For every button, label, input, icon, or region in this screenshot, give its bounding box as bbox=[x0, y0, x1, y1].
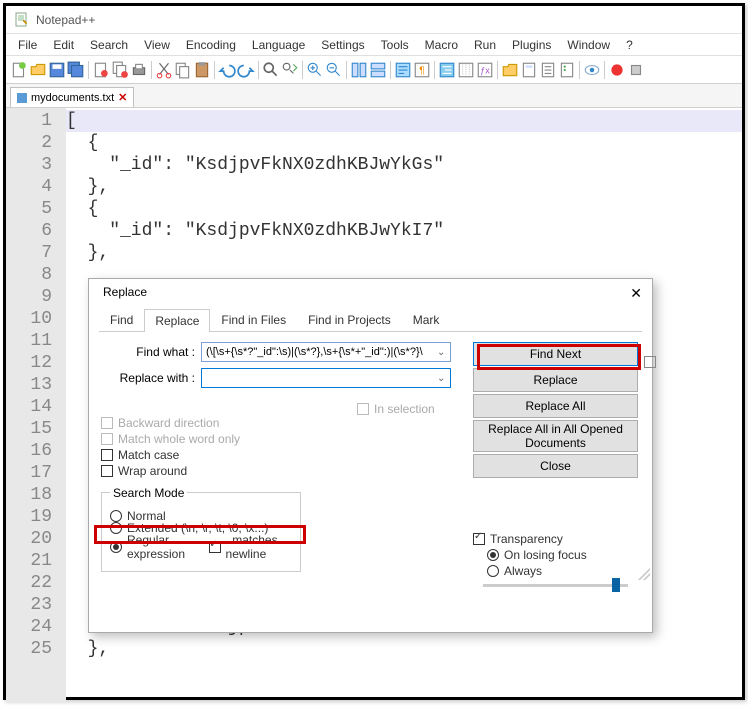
redo-icon[interactable] bbox=[237, 61, 255, 79]
menu-window[interactable]: Window bbox=[559, 36, 618, 53]
file-tab[interactable]: mydocuments.txt ✕ bbox=[10, 87, 134, 107]
menu-run[interactable]: Run bbox=[466, 36, 504, 53]
svg-text:ƒx: ƒx bbox=[480, 65, 490, 75]
copy-icon[interactable] bbox=[174, 61, 192, 79]
menu-search[interactable]: Search bbox=[82, 36, 136, 53]
menu-edit[interactable]: Edit bbox=[45, 36, 82, 53]
tab-mark[interactable]: Mark bbox=[402, 308, 451, 331]
close-icon[interactable] bbox=[92, 61, 110, 79]
doc-list-icon[interactable] bbox=[539, 61, 557, 79]
find-icon[interactable] bbox=[262, 61, 280, 79]
tab-replace[interactable]: Replace bbox=[144, 309, 210, 332]
dropdown-icon[interactable]: ⌄ bbox=[437, 373, 445, 384]
titlebar: Notepad++ bbox=[6, 6, 742, 34]
zoom-in-icon[interactable] bbox=[306, 61, 324, 79]
close-all-icon[interactable] bbox=[111, 61, 129, 79]
editor[interactable]: 1234567891011121314151617181920212223242… bbox=[6, 108, 742, 703]
close-button[interactable]: Close bbox=[473, 454, 638, 478]
zoom-out-icon[interactable] bbox=[325, 61, 343, 79]
record-icon[interactable] bbox=[608, 61, 626, 79]
cut-icon[interactable] bbox=[155, 61, 173, 79]
menu-file[interactable]: File bbox=[10, 36, 45, 53]
dropdown-icon[interactable]: ⌄ bbox=[437, 347, 445, 358]
find-what-label: Find what : bbox=[101, 345, 201, 359]
tab-find[interactable]: Find bbox=[99, 308, 144, 331]
tab-find-in-projects[interactable]: Find in Projects bbox=[297, 308, 402, 331]
folder-icon[interactable] bbox=[501, 61, 519, 79]
resize-grip-icon[interactable] bbox=[638, 568, 650, 580]
find-what-input[interactable] bbox=[201, 342, 451, 362]
file-tab-icon bbox=[17, 93, 27, 103]
stop-icon[interactable] bbox=[627, 61, 645, 79]
save-icon[interactable] bbox=[48, 61, 66, 79]
menu-plugins[interactable]: Plugins bbox=[504, 36, 559, 53]
monitor-icon[interactable] bbox=[583, 61, 601, 79]
replace-with-input[interactable] bbox=[201, 368, 451, 388]
lang-icon[interactable]: ƒx bbox=[476, 61, 494, 79]
toolbar: ¶ ƒx bbox=[6, 56, 742, 84]
dialog-title: Replace bbox=[103, 285, 147, 302]
wrap-icon[interactable] bbox=[394, 61, 412, 79]
guide-icon[interactable] bbox=[457, 61, 475, 79]
replace-with-label: Replace with : bbox=[101, 371, 201, 385]
gutter: 1234567891011121314151617181920212223242… bbox=[6, 108, 66, 703]
dialog-close-icon[interactable]: ✕ bbox=[630, 285, 642, 302]
save-all-icon[interactable] bbox=[67, 61, 85, 79]
undo-icon[interactable] bbox=[218, 61, 236, 79]
transparency-slider[interactable] bbox=[483, 584, 628, 587]
menu-view[interactable]: View bbox=[136, 36, 178, 53]
mode-regex[interactable]: Regular expression . matches newline bbox=[110, 533, 292, 561]
search-mode-group: Search Mode Normal Extended (\n, \r, \t,… bbox=[101, 492, 301, 572]
replace-button[interactable]: Replace bbox=[473, 368, 638, 392]
app-title: Notepad++ bbox=[36, 13, 95, 27]
tabbar: mydocuments.txt ✕ bbox=[6, 84, 742, 108]
always[interactable]: Always bbox=[487, 564, 638, 578]
file-tab-name: mydocuments.txt bbox=[31, 92, 114, 104]
replace-all-docs-button[interactable]: Replace All in All Opened Documents bbox=[473, 420, 638, 452]
show-all-icon[interactable]: ¶ bbox=[413, 61, 431, 79]
menu-help[interactable]: ? bbox=[618, 36, 641, 53]
matches-newline-check[interactable] bbox=[209, 541, 221, 553]
menu-settings[interactable]: Settings bbox=[313, 36, 372, 53]
on-losing-focus[interactable]: On losing focus bbox=[487, 548, 638, 562]
in-selection-option: In selection bbox=[357, 402, 435, 416]
replace-icon[interactable] bbox=[281, 61, 299, 79]
paste-icon[interactable] bbox=[193, 61, 211, 79]
transparency-check[interactable]: Transparency bbox=[473, 532, 638, 546]
sync-h-icon[interactable] bbox=[369, 61, 387, 79]
menubar: File Edit Search View Encoding Language … bbox=[6, 34, 742, 56]
menu-language[interactable]: Language bbox=[244, 36, 313, 53]
open-icon[interactable] bbox=[29, 61, 47, 79]
menu-tools[interactable]: Tools bbox=[373, 36, 417, 53]
transparency-group: Transparency On losing focus Always bbox=[473, 532, 638, 593]
doc-map-icon[interactable] bbox=[520, 61, 538, 79]
svg-text:¶: ¶ bbox=[419, 65, 424, 76]
find-next-button[interactable]: Find Next bbox=[473, 342, 638, 366]
menu-encoding[interactable]: Encoding bbox=[178, 36, 244, 53]
indent-icon[interactable] bbox=[438, 61, 456, 79]
new-icon[interactable] bbox=[10, 61, 28, 79]
print-icon[interactable] bbox=[130, 61, 148, 79]
app-icon bbox=[14, 12, 30, 28]
menu-macro[interactable]: Macro bbox=[417, 36, 466, 53]
sync-v-icon[interactable] bbox=[350, 61, 368, 79]
tab-close-icon[interactable]: ✕ bbox=[118, 91, 127, 104]
func-list-icon[interactable] bbox=[558, 61, 576, 79]
tab-find-in-files[interactable]: Find in Files bbox=[210, 308, 297, 331]
replace-dialog: Replace ✕ Find Replace Find in Files Fin… bbox=[88, 278, 653, 633]
replace-all-button[interactable]: Replace All bbox=[473, 394, 638, 418]
extra-checkbox[interactable] bbox=[644, 356, 656, 368]
